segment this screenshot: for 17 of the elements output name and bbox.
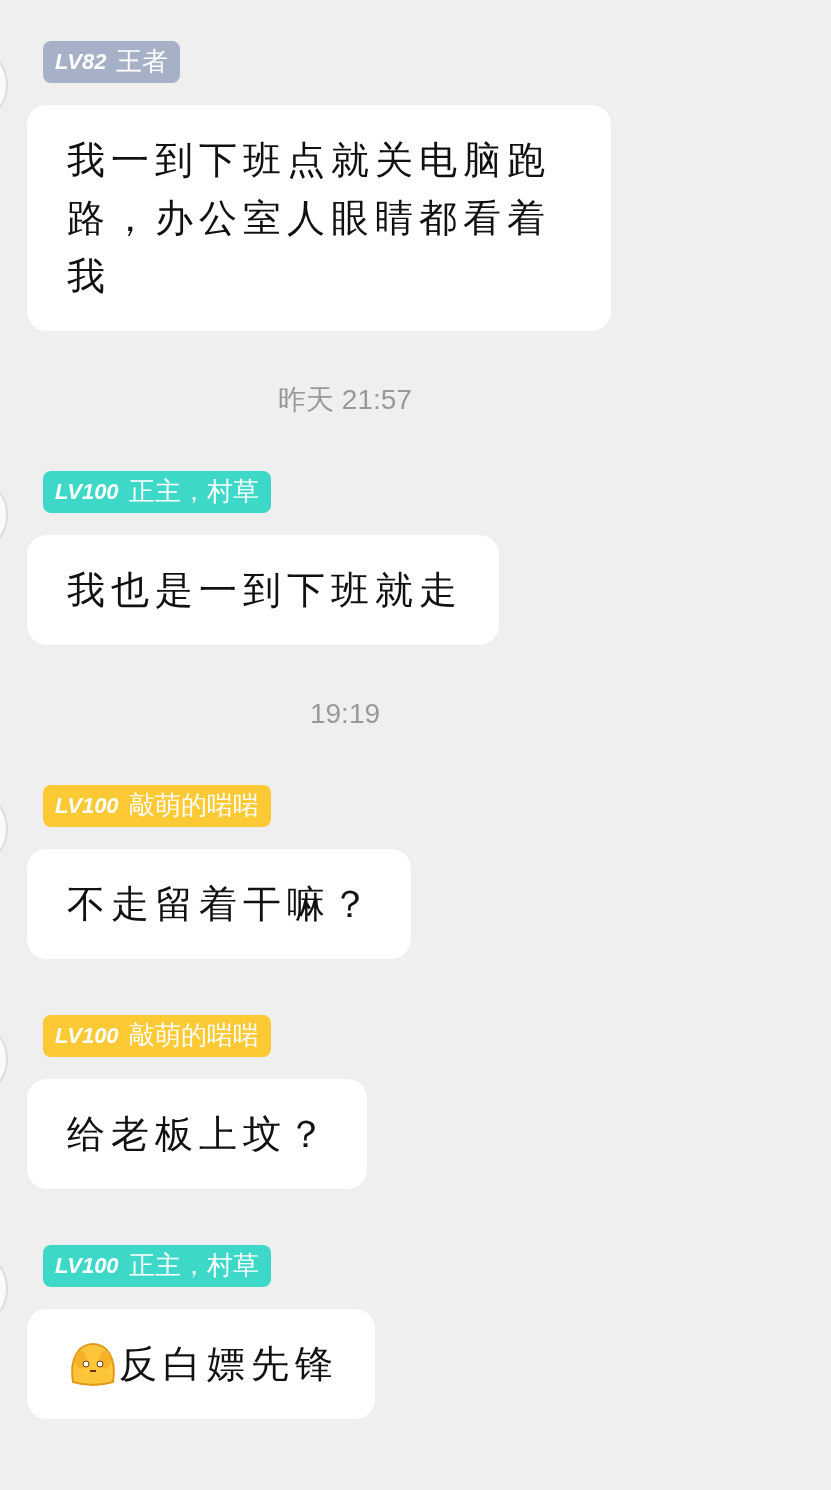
level-label: LV82 [55,48,107,76]
username: 正主，村草 [128,476,259,508]
username: 敲萌的啱啱 [128,790,259,822]
message-text: 我也是一到下班就走 [67,568,463,613]
message-text: 给老板上坟？ [67,1112,331,1157]
level-label: LV100 [55,478,119,506]
message-text: 反白嫖先锋 [119,1342,339,1387]
username: 王者 [116,46,169,78]
username: 正主，村草 [128,1250,259,1282]
username: 敲萌的啱啱 [128,1020,259,1052]
message-text: 我一到下班点就关电脑跑路，办公室人眼睛都看着我 [67,138,552,299]
level-label: LV100 [55,792,119,820]
level-label: LV100 [55,1022,119,1050]
level-label: LV100 [55,1252,119,1280]
timestamp: 19:19 [309,698,381,729]
timestamp: 昨天 21:57 [278,384,412,415]
message-text: 不走留着干嘛？ [67,882,375,927]
